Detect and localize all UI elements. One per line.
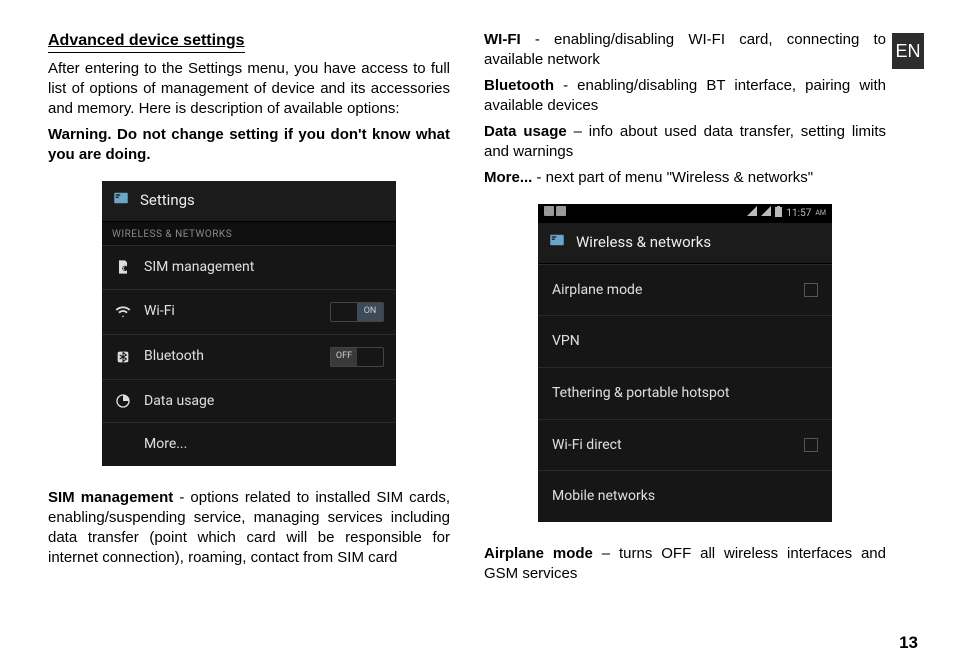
warning-paragraph: Warning. Do not change setting if you do… [48,125,450,165]
wifi-icon [114,304,132,320]
row-mobile-networks[interactable]: Mobile networks [538,470,832,522]
status-ampm: AM [815,209,826,218]
settings-row-more[interactable]: More... [102,422,396,466]
wireless-networks-screenshot: 11:57 AM Wireless & networks Airplane mo… [538,204,832,522]
settings-row-data[interactable]: Data usage [102,379,396,423]
more-paragraph: More... - next part of menu "Wireless & … [484,168,886,188]
language-tab: EN [892,33,924,69]
row-label: Data usage [144,392,384,411]
page-number: 13 [899,633,918,653]
sim-paragraph: SIM management - options related to inst… [48,488,450,568]
row-label: Bluetooth [144,347,318,366]
row-label: SIM management [144,258,384,277]
status-time: 11:57 [786,207,811,220]
signal-icon [747,206,757,220]
settings-screenshot: Settings WIRELESS & NETWORKS SIM managem… [102,181,396,466]
bluetooth-toggle[interactable]: OFF [330,347,384,367]
settings-icon [548,231,566,255]
row-label: Airplane mode [552,281,642,300]
wifi-paragraph: WI-FI - enabling/disabling WI-FI card, c… [484,30,886,70]
bluetooth-paragraph: Bluetooth - enabling/disabling BT interf… [484,76,886,116]
status-bar: 11:57 AM [538,204,832,223]
row-label: Tethering & portable hotspot [552,384,729,403]
phone-title: Settings [140,191,195,211]
settings-row-wifi[interactable]: Wi-Fi ON [102,289,396,334]
intro-paragraph: After entering to the Settings menu, you… [48,59,450,119]
battery-icon [775,206,782,221]
phone-section-label: WIRELESS & NETWORKS [102,222,396,245]
phone-header: Wireless & networks [538,223,832,264]
row-tethering[interactable]: Tethering & portable hotspot [538,367,832,419]
row-vpn[interactable]: VPN [538,315,832,367]
bluetooth-icon [114,349,132,365]
settings-row-bluetooth[interactable]: Bluetooth OFF [102,334,396,379]
phone-title: Wireless & networks [576,233,711,253]
notif-icon [544,208,556,219]
phone-header: Settings [102,181,396,222]
row-wifi-direct[interactable]: Wi-Fi direct [538,419,832,471]
right-column: WI-FI - enabling/disabling WI-FI card, c… [484,30,886,620]
row-airplane-mode[interactable]: Airplane mode [538,264,832,316]
sim-icon [114,259,132,275]
row-label: More... [144,435,384,454]
row-label: Wi-Fi direct [552,436,622,455]
row-label: VPN [552,332,580,351]
left-column: Advanced device settings After entering … [48,30,450,620]
settings-row-sim[interactable]: SIM management [102,245,396,289]
row-label: Mobile networks [552,487,655,506]
airplane-checkbox[interactable] [804,283,818,297]
content-columns: Advanced device settings After entering … [48,30,914,620]
row-label: Wi-Fi [144,302,318,321]
status-right: 11:57 AM [747,206,826,221]
airplane-paragraph: Airplane mode – turns OFF all wireless i… [484,544,886,584]
wifi-direct-checkbox[interactable] [804,438,818,452]
signal-icon [761,206,771,220]
settings-icon [112,189,130,213]
section-heading: Advanced device settings [48,30,245,53]
wifi-toggle[interactable]: ON [330,302,384,322]
data-usage-icon [114,393,132,409]
data-paragraph: Data usage – info about used data transf… [484,122,886,162]
notif-icon [556,208,566,219]
status-left [544,206,566,220]
